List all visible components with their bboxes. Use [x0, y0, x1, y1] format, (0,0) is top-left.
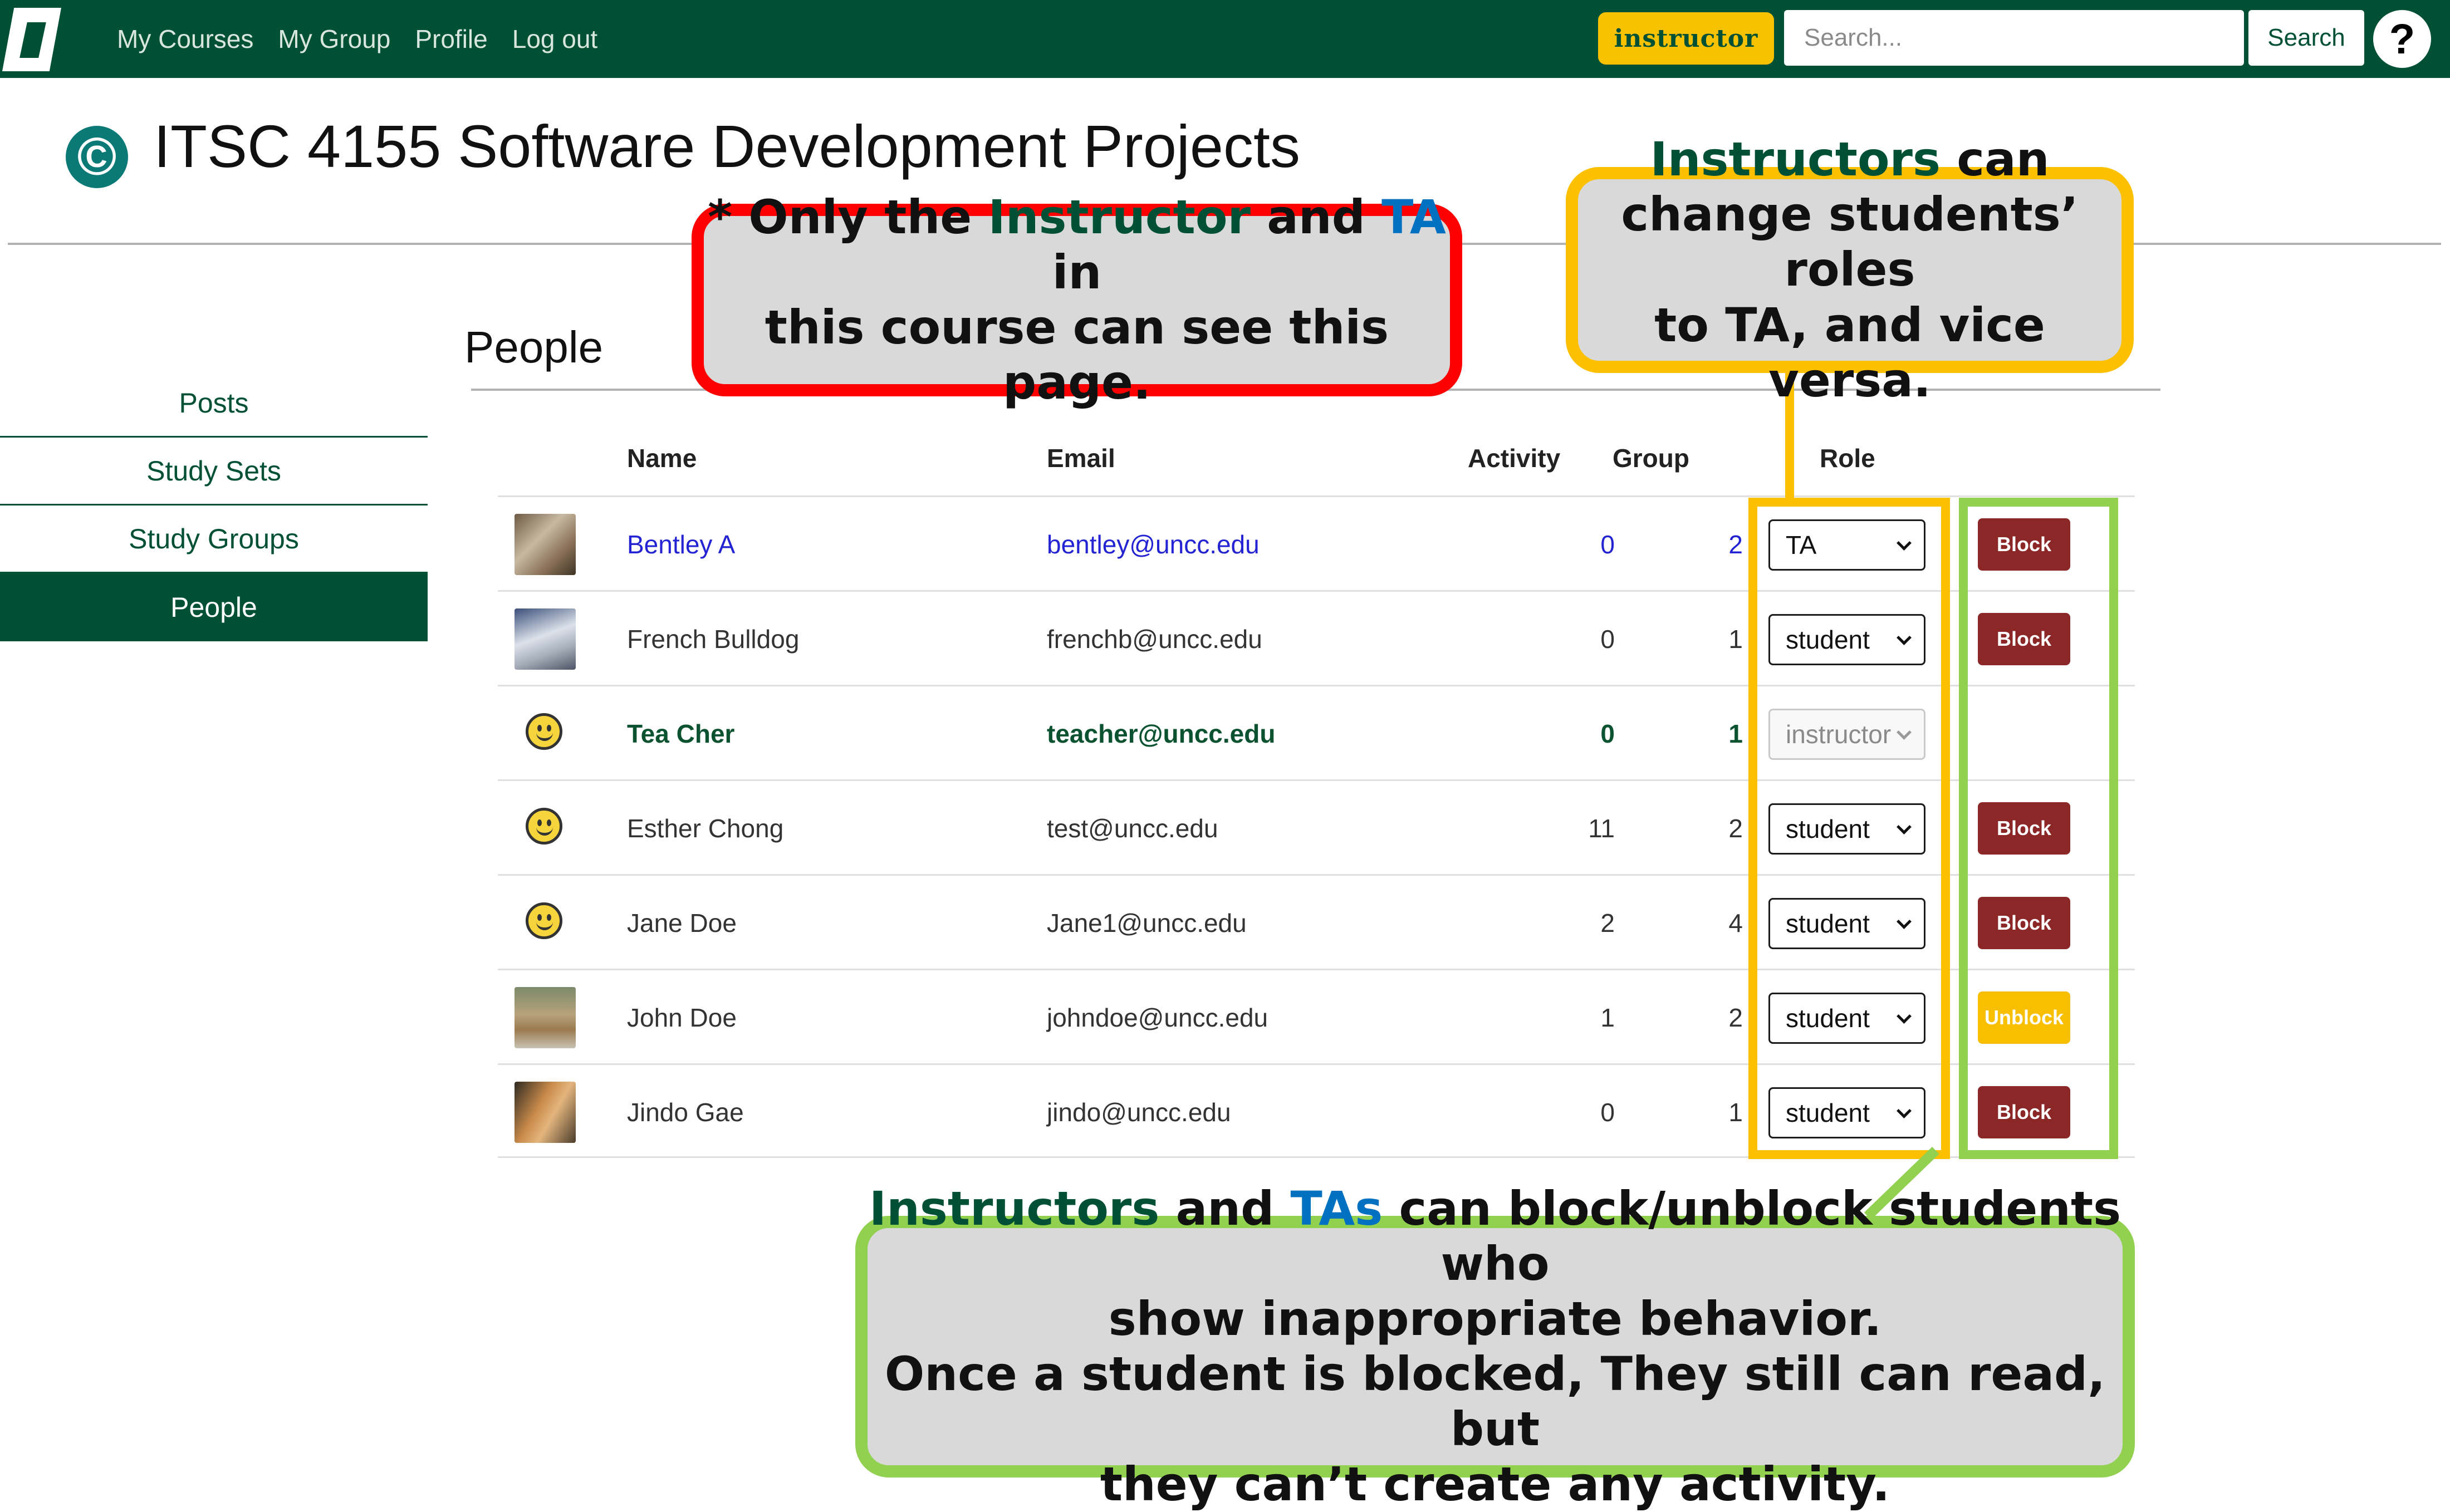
callout-text: in	[1052, 244, 1102, 300]
people-heading: People	[464, 322, 604, 372]
sidebar-item-study-sets[interactable]: Study Sets	[0, 438, 428, 505]
activity-count: 2	[1600, 909, 1615, 937]
column-header-group: Group	[1613, 444, 1689, 473]
copyright-icon: ©	[66, 126, 128, 188]
column-header-role: Role	[1820, 444, 1875, 473]
callout-line: Once a student is blocked, They still ca…	[884, 1347, 2106, 1457]
callout-text: can	[1940, 132, 2050, 187]
person-email: johndoe@uncc.edu	[1047, 1003, 1268, 1032]
role-change-callout: Instructors can change students’ roles t…	[1566, 132, 2134, 408]
callout-line: change students’ roles	[1621, 187, 2079, 297]
nav-my-group[interactable]: My Group	[278, 22, 390, 56]
course-sidebar: Posts Study Sets Study Groups People	[0, 370, 428, 641]
person-email: test@uncc.edu	[1047, 814, 1218, 843]
smiley-avatar-icon	[526, 713, 562, 750]
group-number: 2	[1728, 1003, 1743, 1032]
group-number-link[interactable]: 2	[1673, 497, 1743, 592]
block-note-callout: Instructors and TAs can block/unblock st…	[855, 1181, 2135, 1511]
search-input[interactable]	[1784, 10, 2244, 66]
avatar	[514, 1082, 576, 1143]
callout-line: show inappropriate behavior.	[1108, 1291, 1882, 1346]
person-name: Jane Doe	[627, 909, 737, 937]
nav-links: My Courses My Group Profile Log out	[117, 22, 597, 56]
column-header-name: Name	[627, 444, 697, 473]
activity-count: 1	[1600, 1003, 1615, 1032]
callout-line: Instructors can	[1650, 132, 2049, 187]
activity-count: 11	[1588, 814, 1615, 843]
person-name: John Doe	[627, 1003, 737, 1032]
callout-line: Instructors and TAs can block/unblock st…	[868, 1181, 2123, 1292]
group-number: 2	[1728, 814, 1743, 843]
group-number: 4	[1728, 909, 1743, 937]
nav-profile[interactable]: Profile	[415, 22, 487, 56]
help-icon[interactable]: ?	[2373, 10, 2431, 68]
block-column-highlight	[1959, 498, 2118, 1159]
callout-text: and	[1250, 189, 1382, 244]
callout-line: to TA, and vice versa.	[1654, 297, 2045, 408]
group-number: 1	[1728, 719, 1743, 748]
avatar	[514, 514, 576, 575]
person-email-link[interactable]: bentley@uncc.edu	[1047, 497, 1260, 592]
access-note-callout: * Only the Instructor and TA in this cou…	[692, 190, 1462, 410]
callout-highlight: Instructor	[988, 189, 1251, 244]
person-name-link[interactable]: Bentley A	[627, 497, 735, 592]
callout-highlight: Instructors	[869, 1181, 1160, 1236]
person-email: jindo@uncc.edu	[1047, 1098, 1231, 1127]
group-number: 1	[1728, 1098, 1743, 1127]
activity-count: 0	[1600, 719, 1615, 748]
person-email: frenchb@uncc.edu	[1047, 625, 1262, 654]
smiley-avatar-icon	[526, 902, 562, 939]
sidebar-item-posts[interactable]: Posts	[0, 370, 428, 438]
avatar	[514, 987, 576, 1048]
role-column-highlight	[1748, 498, 1950, 1159]
uncc-logo-icon[interactable]	[2, 8, 61, 71]
nav-log-out[interactable]: Log out	[512, 22, 597, 56]
callout-text: can block/unblock students who	[1383, 1181, 2121, 1291]
callout-line: this course can see this page.	[765, 300, 1389, 410]
callout-line: * Only the Instructor and TA in	[704, 190, 1450, 300]
course-title: ITSC 4155 Software Development Projects	[154, 112, 1300, 180]
activity-count: 0	[1600, 1098, 1615, 1127]
avatar	[514, 608, 576, 670]
callout-highlight: TAs	[1290, 1181, 1383, 1236]
role-badge: instructor	[1598, 12, 1774, 65]
callout-line: they can’t create any activity.	[1100, 1457, 1890, 1512]
top-navbar: My Courses My Group Profile Log out inst…	[0, 0, 2450, 78]
callout-text: * Only the	[708, 189, 988, 244]
callout-text: and	[1159, 1181, 1291, 1236]
person-email: Jane1@uncc.edu	[1047, 909, 1247, 937]
column-header-activity: Activity	[1468, 444, 1561, 473]
person-name: Tea Cher	[627, 719, 735, 748]
person-name: French Bulldog	[627, 625, 800, 654]
column-header-email: Email	[1047, 444, 1115, 473]
sidebar-item-people[interactable]: People	[0, 573, 428, 641]
person-name: Esther Chong	[627, 814, 784, 843]
activity-count-link[interactable]: 0	[1533, 497, 1615, 592]
group-number: 1	[1728, 625, 1743, 654]
sidebar-item-study-groups[interactable]: Study Groups	[0, 505, 428, 573]
person-name: Jindo Gae	[627, 1098, 744, 1127]
smiley-avatar-icon	[526, 808, 562, 845]
person-email: teacher@uncc.edu	[1047, 719, 1276, 748]
activity-count: 0	[1600, 625, 1615, 654]
nav-my-courses[interactable]: My Courses	[117, 22, 253, 56]
search-button[interactable]: Search	[2248, 10, 2364, 66]
callout-highlight: Instructors	[1650, 132, 1941, 187]
callout-highlight: TA	[1381, 189, 1446, 244]
